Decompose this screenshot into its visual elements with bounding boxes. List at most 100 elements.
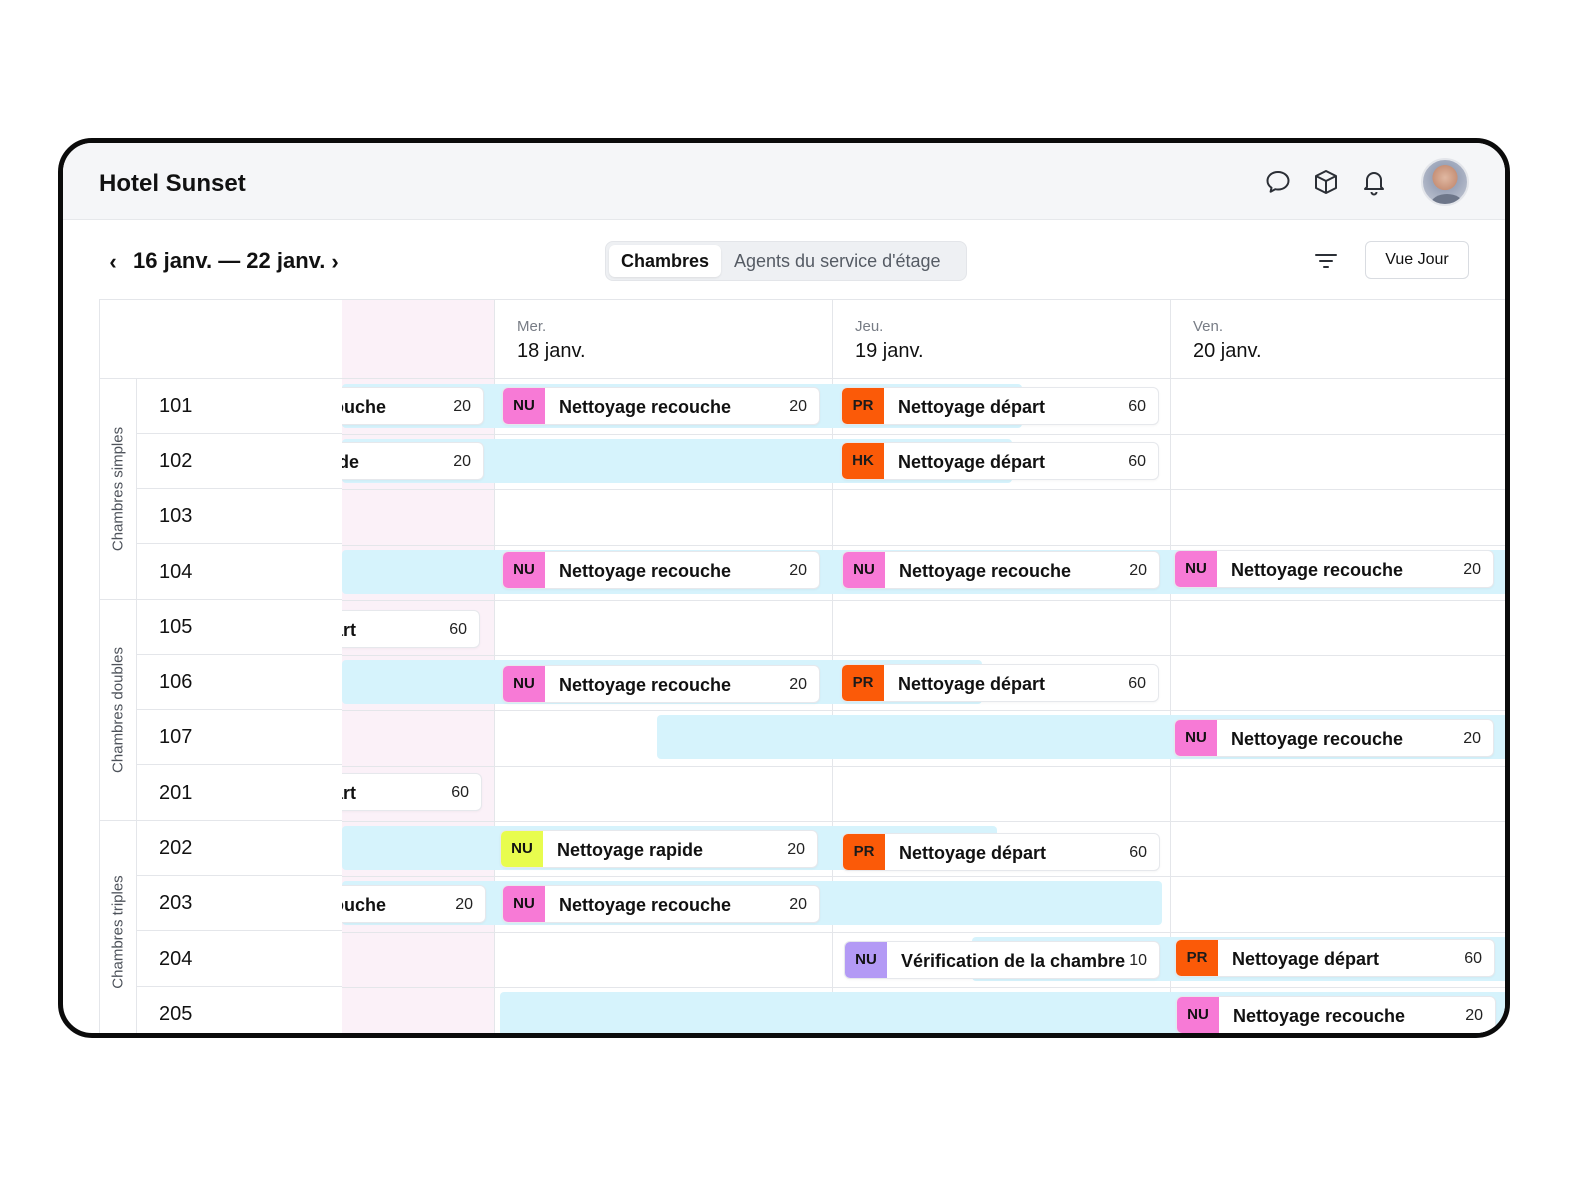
row-divider: [342, 489, 1505, 490]
assignee-badge: HK: [842, 443, 884, 479]
room-row[interactable]: 104: [137, 545, 343, 600]
group-label: Chambres doubles: [109, 647, 127, 773]
task-card[interactable]: HK Nettoyage départ 60: [841, 442, 1159, 480]
task-card[interactable]: NU Nettoyage recouche 20: [842, 551, 1160, 589]
task-card[interactable]: PR Nettoyage départ 60: [1175, 939, 1495, 977]
bell-icon[interactable]: [1359, 167, 1389, 197]
toolbar: ‹ 16 janv. — 22 janv. › Chambres Agents …: [63, 221, 1505, 301]
assignee-badge: NU: [503, 886, 545, 922]
room-row[interactable]: 203: [137, 876, 343, 931]
assignee-badge: NU: [503, 666, 545, 702]
view-tabs: Chambres Agents du service d'étage: [605, 241, 967, 281]
room-number: 103: [159, 505, 193, 527]
filter-icon[interactable]: [1313, 249, 1339, 273]
task-card[interactable]: NU Nettoyage recouche 20: [1176, 996, 1496, 1033]
assignee-badge: NU: [1175, 551, 1217, 587]
task-card[interactable]: NU Nettoyage recouche 20: [1174, 719, 1494, 757]
row-divider: [342, 821, 1505, 822]
room-row[interactable]: 204: [137, 932, 343, 987]
tab-chambres[interactable]: Chambres: [609, 245, 722, 277]
task-card[interactable]: NU Nettoyage rapide 20: [500, 830, 818, 868]
task-card[interactable]: art 60: [342, 773, 482, 811]
task-label: Nettoyage recouche: [1233, 1006, 1406, 1026]
row-divider: [342, 766, 1505, 767]
task-label: ouche: [342, 397, 387, 417]
task-card[interactable]: PR Nettoyage départ 60: [842, 833, 1160, 871]
task-card[interactable]: ouche 20: [342, 885, 486, 923]
task-label: art: [342, 783, 357, 803]
row-divider: [342, 600, 1505, 601]
room-row[interactable]: 202: [137, 821, 343, 876]
day-header: Jeu. 19 janv.: [832, 299, 1170, 379]
task-card[interactable]: PR Nettoyage départ 60: [841, 387, 1159, 425]
task-label: Nettoyage recouche: [559, 895, 732, 915]
task-label: Nettoyage rapide: [557, 840, 704, 860]
group-label: Chambres triples: [109, 875, 127, 989]
task-duration: 20: [789, 896, 807, 913]
assignee-badge: NU: [503, 552, 545, 588]
day-header: [342, 299, 494, 379]
task-card[interactable]: NU Nettoyage recouche 20: [502, 387, 820, 425]
task-card[interactable]: ide 20: [342, 442, 484, 480]
room-number: 101: [159, 395, 193, 417]
task-duration: 20: [1129, 562, 1147, 579]
chat-icon[interactable]: [1263, 167, 1293, 197]
task-label: Nettoyage recouche: [899, 561, 1072, 581]
task-card[interactable]: NU Nettoyage recouche 20: [1174, 550, 1494, 588]
room-row[interactable]: 107: [137, 710, 343, 765]
task-label: Nettoyage départ: [898, 397, 1046, 417]
task-card[interactable]: ouche 20: [342, 387, 484, 425]
tab-agents[interactable]: Agents du service d'étage: [722, 245, 953, 277]
room-number: 105: [159, 616, 193, 638]
row-divider: [342, 545, 1505, 546]
room-column: Chambres simples Chambres doubles Chambr…: [99, 299, 343, 1033]
task-duration: 60: [1129, 844, 1147, 861]
room-number: 106: [159, 671, 193, 693]
day-header: Ven. 20 janv.: [1170, 299, 1505, 379]
room-row[interactable]: 105: [137, 600, 343, 655]
day-name: Jeu.: [855, 318, 884, 335]
task-label: Nettoyage recouche: [1231, 560, 1404, 580]
assignee-badge: PR: [843, 834, 885, 870]
prev-week-button[interactable]: ‹: [103, 249, 123, 275]
date-range: 16 janv. — 22 janv.: [133, 248, 326, 273]
task-label: Nettoyage départ: [898, 452, 1046, 472]
day-column-fri: [1170, 299, 1505, 1033]
group-chambres-simples: Chambres simples: [100, 379, 137, 600]
day-name: Mer.: [517, 318, 547, 335]
room-row[interactable]: 102: [137, 434, 343, 489]
group-chambres-triples: Chambres triples: [100, 821, 137, 1033]
room-row[interactable]: 101: [137, 379, 343, 434]
assignee-badge: NU: [1175, 720, 1217, 756]
room-row[interactable]: 106: [137, 655, 343, 710]
room-number: 204: [159, 948, 193, 970]
room-row[interactable]: 205: [137, 987, 343, 1033]
room-row[interactable]: 103: [137, 489, 343, 544]
day-date: 19 janv.: [855, 340, 924, 362]
room-number: 203: [159, 892, 193, 914]
task-duration: 20: [455, 896, 473, 913]
task-duration: 60: [1128, 675, 1146, 692]
task-duration: 20: [789, 398, 807, 415]
user-avatar[interactable]: [1421, 158, 1469, 206]
day-columns: Mer. 18 janv. Jeu. 19 janv. Ven. 20 janv…: [342, 299, 1505, 1033]
room-number: 205: [159, 1003, 193, 1025]
task-card[interactable]: PR Nettoyage départ 60: [841, 664, 1159, 702]
box-icon[interactable]: [1311, 167, 1341, 197]
task-label: Vérification de la chambre: [901, 951, 1126, 971]
day-header: Mer. 18 janv.: [494, 299, 832, 379]
task-card[interactable]: NU Vérification de la chambre 10: [844, 941, 1160, 979]
assignee-badge: NU: [501, 831, 543, 867]
day-name: Ven.: [1193, 318, 1224, 335]
next-week-button[interactable]: ›: [325, 249, 345, 275]
task-card[interactable]: art 60: [342, 610, 480, 648]
task-card[interactable]: NU Nettoyage recouche 20: [502, 551, 820, 589]
task-duration: 20: [453, 398, 471, 415]
day-view-button[interactable]: Vue Jour: [1365, 241, 1469, 279]
group-label: Chambres simples: [109, 426, 127, 552]
task-card[interactable]: NU Nettoyage recouche 20: [502, 665, 820, 703]
task-duration: 20: [453, 453, 471, 470]
room-number: 102: [159, 450, 193, 472]
room-row[interactable]: 201: [137, 766, 343, 821]
task-card[interactable]: NU Nettoyage recouche 20: [502, 885, 820, 923]
